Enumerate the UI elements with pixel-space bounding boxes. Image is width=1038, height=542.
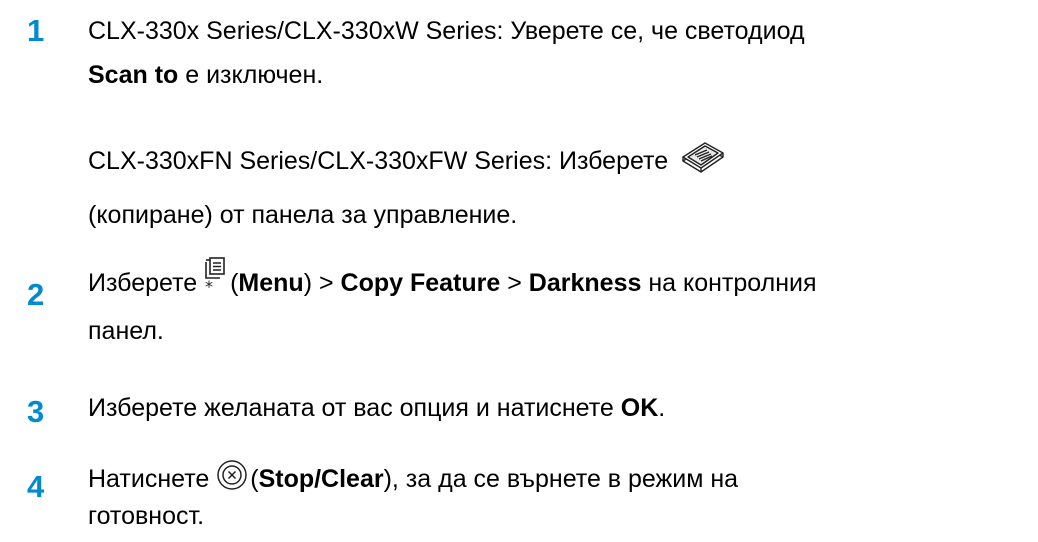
step-2-text-before: Изберете [88,269,205,297]
step-4-text-before: Натиснете [88,465,217,493]
step-2-line-2: панел. [88,319,164,344]
step-number-2: 2 [27,277,45,312]
step-2-text-2: панел. [88,317,164,345]
step-4-line-1: Натиснете (Stop/Clear), за да се върнете… [88,460,739,493]
menu-icon: * [204,256,230,294]
step-2-text-after: на контролния [641,269,817,297]
step-1-line-4: (копиране) от панела за управление. [88,203,517,228]
step-1-line-2: Scan to е изключен. [88,63,323,88]
step-4-text-after: ), за да се върнете в режим на [383,465,739,493]
step-1-line-3: CLX-330xFN Series/CLX-330xFW Series: Изб… [88,142,727,175]
step-1-line-1: CLX-330x Series/CLX-330xW Series: Уверет… [88,19,805,44]
scan-to-label: Scan to [88,61,179,89]
step-number-4: 4 [27,469,45,504]
stop-clear-label: Stop/Clear [258,465,384,493]
step-4-text-2: готовност. [88,502,205,530]
step-1-text-2: е изключен. [178,61,324,89]
step-3-text-before: Изберете желаната от вас опция и натисне… [88,394,621,422]
stop-clear-icon [216,459,248,491]
step-2-line-1: Изберете * (Menu) > Copy Feature > Darkn… [88,257,817,297]
ok-label: OK [620,394,659,422]
step-4-paren-open: ( [250,465,259,493]
step-3-line-1: Изберете желаната от вас опция и натисне… [88,396,665,421]
step-2-sep-2: > [500,269,529,297]
copy-feature-label: Copy Feature [340,269,501,297]
copy-icon [679,141,727,175]
darkness-label: Darkness [528,269,642,297]
step-1-text-3: CLX-330xFN Series/CLX-330xFW Series: Изб… [88,147,676,175]
step-4-line-2: готовност. [88,504,204,529]
step-number-1: 1 [27,13,45,48]
step-1-text-4: (копиране) от панела за управление. [88,201,518,229]
step-2-sep-1: ) > [303,269,341,297]
step-1-text-1: CLX-330x Series/CLX-330xW Series: Уверет… [88,17,805,45]
menu-label: Menu [238,269,304,297]
step-number-3: 3 [27,394,45,429]
step-3-text-after: . [658,394,666,422]
svg-text:*: * [205,277,213,294]
